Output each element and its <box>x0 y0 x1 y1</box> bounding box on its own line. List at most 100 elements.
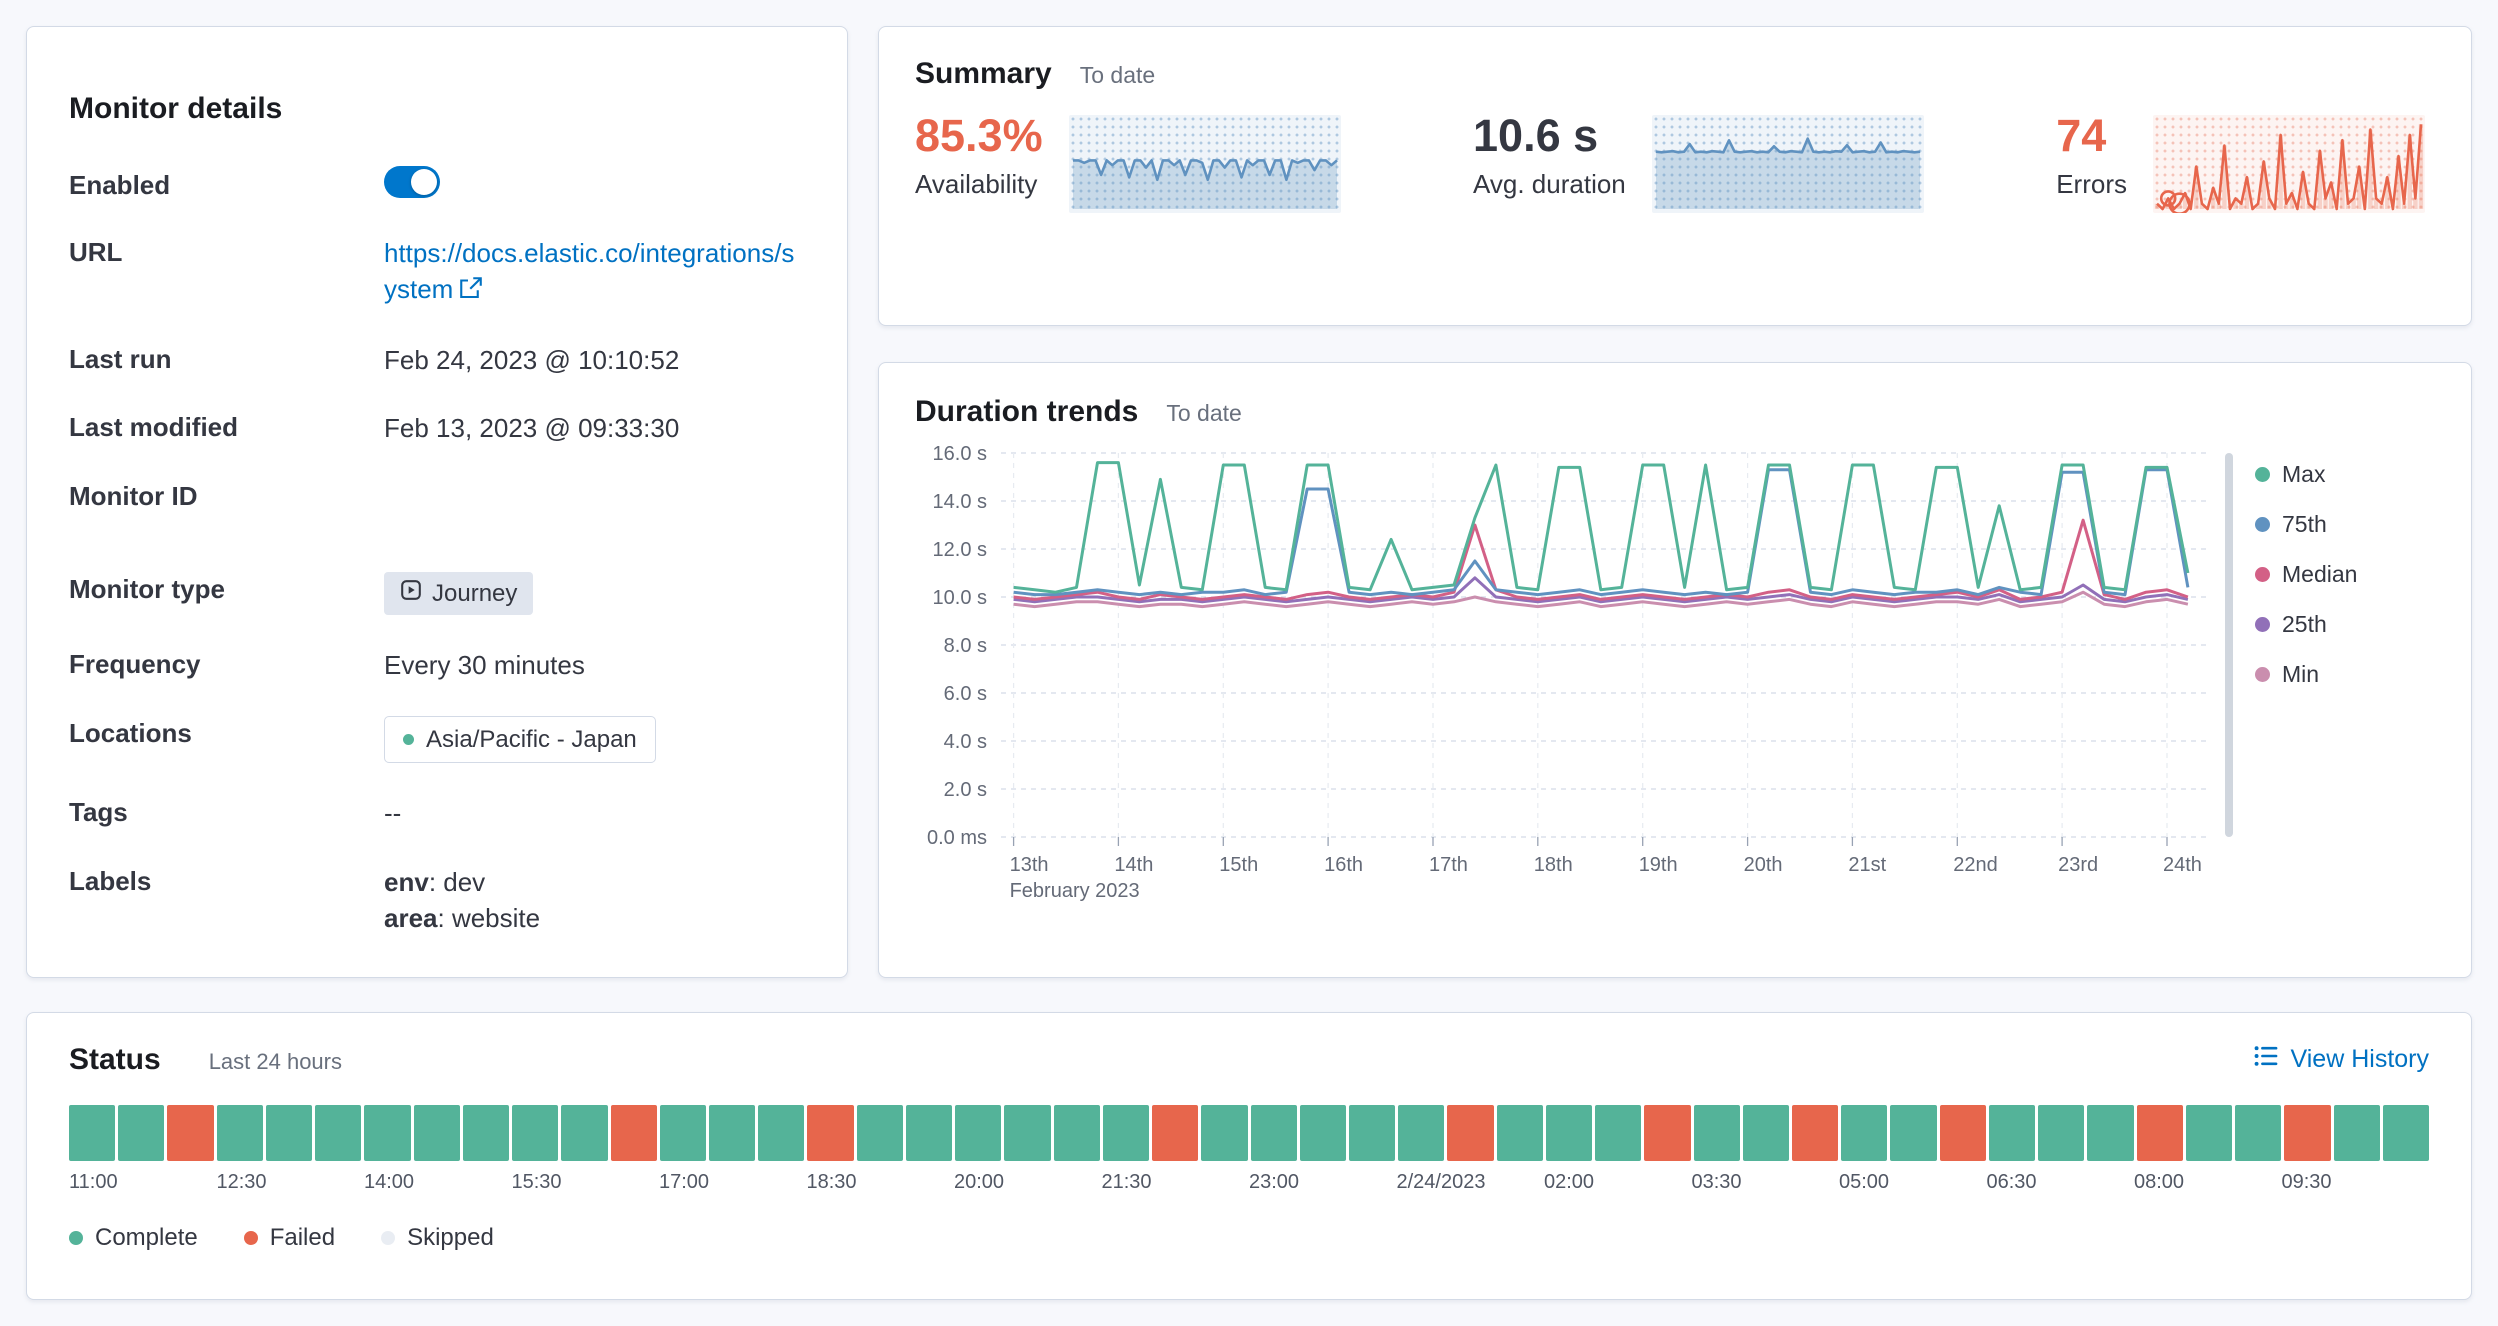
status-block-26[interactable] <box>1349 1105 1395 1161</box>
status-block-40[interactable] <box>2038 1105 2084 1161</box>
status-block-3[interactable] <box>217 1105 263 1161</box>
tags-value: -- <box>384 795 401 831</box>
legend-item-25th[interactable]: 25th <box>2255 611 2433 638</box>
status-block-9[interactable] <box>512 1105 558 1161</box>
monitor-details-title: Monitor details <box>69 92 805 126</box>
monitor-url-link[interactable]: https://docs.elastic.co/integrations/sys… <box>384 238 794 304</box>
duration-chart-wrap: 16.0 s14.0 s12.0 s10.0 s8.0 s6.0 s4.0 s2… <box>915 439 2435 909</box>
status-block-41[interactable] <box>2087 1105 2133 1161</box>
status-header: Status Last 24 hours View History <box>69 1043 2429 1077</box>
summary-metrics: 85.3% Availability 10.6 s Avg. duration <box>915 111 2435 213</box>
legend-item-median[interactable]: Median <box>2255 561 2433 588</box>
errors-sparkline <box>2153 115 2425 213</box>
enabled-toggle[interactable] <box>384 166 440 198</box>
enabled-value <box>384 168 440 198</box>
status-block-21[interactable] <box>1103 1105 1149 1161</box>
legend-item-75th[interactable]: 75th <box>2255 511 2433 538</box>
status-legend-label: Complete <box>95 1224 198 1252</box>
svg-text:17th: 17th <box>1429 854 1468 876</box>
location-badge: Asia/Pacific - Japan <box>384 716 656 764</box>
status-block-31[interactable] <box>1595 1105 1641 1161</box>
status-block-47[interactable] <box>2383 1105 2429 1161</box>
enabled-row: Enabled <box>69 168 805 203</box>
status-block-25[interactable] <box>1300 1105 1346 1161</box>
errors-label: Errors <box>2056 169 2127 200</box>
time-label: 21:30 <box>1102 1171 1250 1194</box>
status-block-10[interactable] <box>561 1105 607 1161</box>
status-legend-dot <box>381 1231 395 1245</box>
time-label: 20:00 <box>954 1171 1102 1194</box>
svg-text:0.0 ms: 0.0 ms <box>927 827 987 849</box>
time-label: 12:30 <box>217 1171 365 1194</box>
time-label: 08:00 <box>2134 1171 2282 1194</box>
legend-label: Max <box>2282 461 2325 488</box>
status-block-42[interactable] <box>2137 1105 2183 1161</box>
locations-value: Asia/Pacific - Japan <box>384 716 656 764</box>
summary-panel: Summary To date 85.3% Availability 10.6 … <box>878 26 2472 326</box>
last-run-label: Last run <box>69 342 384 377</box>
availability-label: Availability <box>915 169 1043 200</box>
view-history-button[interactable]: View History <box>2253 1043 2429 1076</box>
svg-text:23rd: 23rd <box>2058 854 2098 876</box>
time-label: 05:00 <box>1839 1171 1987 1194</box>
status-block-15[interactable] <box>807 1105 853 1161</box>
status-block-38[interactable] <box>1940 1105 1986 1161</box>
avg-duration-metric: 10.6 s Avg. duration <box>1473 111 1924 213</box>
status-block-36[interactable] <box>1841 1105 1887 1161</box>
status-block-45[interactable] <box>2284 1105 2330 1161</box>
last-run-row: Last run Feb 24, 2023 @ 10:10:52 <box>69 342 805 378</box>
availability-value: 85.3% <box>915 111 1043 161</box>
status-block-16[interactable] <box>857 1105 903 1161</box>
status-block-4[interactable] <box>266 1105 312 1161</box>
legend-item-min[interactable]: Min <box>2255 661 2433 688</box>
status-block-37[interactable] <box>1890 1105 1936 1161</box>
toggle-knob <box>411 169 437 195</box>
svg-text:10.0 s: 10.0 s <box>933 587 987 609</box>
status-block-13[interactable] <box>709 1105 755 1161</box>
status-block-24[interactable] <box>1251 1105 1297 1161</box>
status-block-20[interactable] <box>1054 1105 1100 1161</box>
status-block-2[interactable] <box>167 1105 213 1161</box>
status-block-27[interactable] <box>1398 1105 1444 1161</box>
status-block-29[interactable] <box>1497 1105 1543 1161</box>
location-status-dot <box>403 734 414 745</box>
synthetics-monitor-page: Monitor details Enabled URL https://docs… <box>0 0 2498 1326</box>
status-block-43[interactable] <box>2186 1105 2232 1161</box>
status-block-28[interactable] <box>1447 1105 1493 1161</box>
legend-label: Median <box>2282 561 2357 588</box>
status-block-46[interactable] <box>2334 1105 2380 1161</box>
status-block-17[interactable] <box>906 1105 952 1161</box>
legend-item-max[interactable]: Max <box>2255 461 2433 488</box>
svg-text:8.0 s: 8.0 s <box>944 635 987 657</box>
status-block-33[interactable] <box>1694 1105 1740 1161</box>
label-area: area: website <box>384 900 540 936</box>
view-history-label: View History <box>2291 1045 2429 1074</box>
status-block-18[interactable] <box>955 1105 1001 1161</box>
status-block-6[interactable] <box>364 1105 410 1161</box>
status-block-0[interactable] <box>69 1105 115 1161</box>
status-block-5[interactable] <box>315 1105 361 1161</box>
status-block-35[interactable] <box>1792 1105 1838 1161</box>
status-block-14[interactable] <box>758 1105 804 1161</box>
duration-legend: Max 75th Median 25th Min <box>2255 439 2433 711</box>
history-list-icon <box>2253 1043 2279 1076</box>
status-block-44[interactable] <box>2235 1105 2281 1161</box>
status-legend-item-skipped: Skipped <box>381 1224 494 1252</box>
status-block-12[interactable] <box>660 1105 706 1161</box>
status-block-23[interactable] <box>1201 1105 1247 1161</box>
status-legend-label: Failed <box>270 1224 335 1252</box>
legend-dot-median <box>2255 567 2270 582</box>
status-block-34[interactable] <box>1743 1105 1789 1161</box>
legend-label: 25th <box>2282 611 2327 638</box>
status-legend-item-failed: Failed <box>244 1224 335 1252</box>
status-block-8[interactable] <box>463 1105 509 1161</box>
status-block-11[interactable] <box>611 1105 657 1161</box>
status-block-19[interactable] <box>1004 1105 1050 1161</box>
status-block-7[interactable] <box>414 1105 460 1161</box>
status-block-30[interactable] <box>1546 1105 1592 1161</box>
status-block-32[interactable] <box>1644 1105 1690 1161</box>
status-block-1[interactable] <box>118 1105 164 1161</box>
locations-row: Locations Asia/Pacific - Japan <box>69 716 805 764</box>
status-block-22[interactable] <box>1152 1105 1198 1161</box>
status-block-39[interactable] <box>1989 1105 2035 1161</box>
